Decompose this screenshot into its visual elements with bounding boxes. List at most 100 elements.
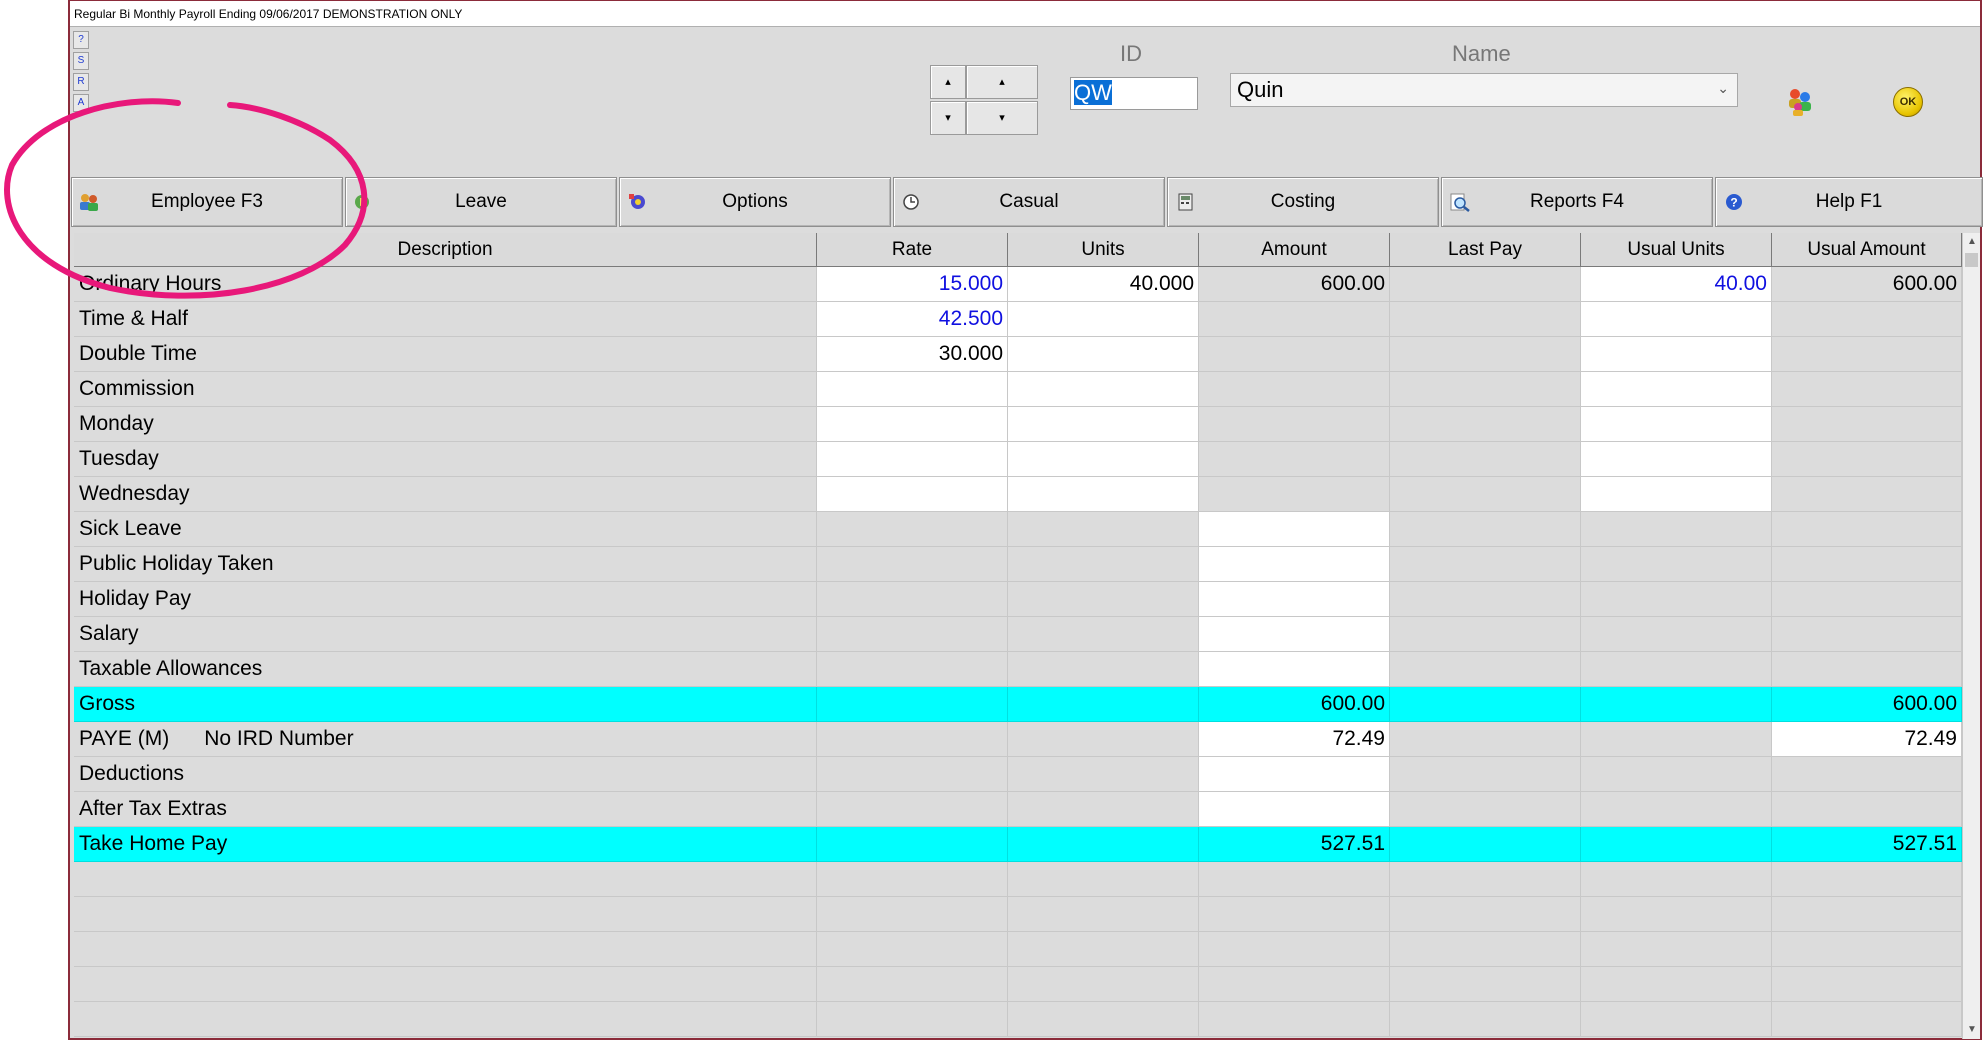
employee-button[interactable]: Employee F3 [71,177,343,227]
cell-units [1008,722,1199,757]
cell-amount: 600.00 [1199,687,1390,722]
cell-rate [817,827,1008,862]
cell-rate[interactable]: 15.000 [817,267,1008,302]
cell-rate[interactable] [817,407,1008,442]
cell-amount[interactable] [1199,792,1390,827]
casual-button[interactable]: Casual [893,177,1165,227]
table-row[interactable]: Commission [74,372,1962,407]
cell-units[interactable] [1008,372,1199,407]
cell-units[interactable] [1008,442,1199,477]
cell-amount[interactable] [1199,617,1390,652]
cell-usual-units[interactable] [1581,407,1772,442]
cell-rate [817,722,1008,757]
id-input[interactable]: QW [1070,77,1198,110]
col-header-units[interactable]: Units [1008,233,1199,267]
name-label: Name [1452,41,1511,66]
side-s-button[interactable]: S [73,52,89,70]
name-select[interactable]: Quin ⌄ [1230,73,1738,107]
cell-amount[interactable] [1199,652,1390,687]
options-button[interactable]: Options [619,177,891,227]
cell-rate [817,932,1008,967]
cell-rate[interactable] [817,372,1008,407]
col-header-description[interactable]: Description [74,233,817,267]
grid-scrollbar[interactable]: ▲ ▼ [1962,233,1980,1039]
help-button[interactable]: ? Help F1 [1715,177,1983,227]
table-row[interactable]: Holiday Pay [74,582,1962,617]
scroll-down-icon[interactable]: ▼ [1963,1021,1981,1039]
table-row[interactable]: Gross 600.00 600.00 [74,687,1962,722]
table-row[interactable]: Take Home Pay 527.51 527.51 [74,827,1962,862]
table-row[interactable]: After Tax Extras [74,792,1962,827]
table-row[interactable]: Salary [74,617,1962,652]
table-row[interactable]: Deductions [74,757,1962,792]
table-row[interactable]: Monday [74,407,1962,442]
cell-usual-amount [1772,932,1962,967]
cell-usual-units[interactable] [1581,337,1772,372]
col-header-amount[interactable]: Amount [1199,233,1390,267]
people-icon[interactable] [1784,85,1816,117]
table-row[interactable] [74,1002,1962,1037]
cell-usual-units[interactable] [1581,477,1772,512]
table-row[interactable] [74,932,1962,967]
col-header-last-pay[interactable]: Last Pay [1390,233,1581,267]
cell-units[interactable]: 40.000 [1008,267,1199,302]
cell-units[interactable] [1008,302,1199,337]
cell-usual-units[interactable]: 40.00 [1581,267,1772,302]
cell-usual-units[interactable] [1581,372,1772,407]
cell-units[interactable] [1008,337,1199,372]
col-header-rate[interactable]: Rate [817,233,1008,267]
table-row[interactable] [74,897,1962,932]
window-title: Regular Bi Monthly Payroll Ending 09/06/… [70,1,1980,27]
cell-amount[interactable] [1199,512,1390,547]
table-row[interactable]: Taxable Allowances [74,652,1962,687]
cell-amount[interactable]: 72.49 [1199,722,1390,757]
scroll-thumb[interactable] [1965,253,1978,267]
cell-rate[interactable]: 42.500 [817,302,1008,337]
cell-last-pay [1390,582,1581,617]
prev-button[interactable]: ▴ [966,65,1038,99]
cell-amount[interactable] [1199,757,1390,792]
cell-units[interactable] [1008,407,1199,442]
table-row[interactable]: Tuesday [74,442,1962,477]
table-row[interactable] [74,967,1962,1002]
options-label: Options [722,191,788,212]
reports-button[interactable]: Reports F4 [1441,177,1713,227]
cell-last-pay [1390,932,1581,967]
table-row[interactable]: Sick Leave [74,512,1962,547]
cell-rate [817,582,1008,617]
table-row[interactable]: Ordinary Hours 15.000 40.000 600.00 40.00 600… [74,267,1962,302]
ok-button[interactable]: OK [1893,87,1923,117]
table-row[interactable]: Public Holiday Taken [74,547,1962,582]
cell-units[interactable] [1008,477,1199,512]
cell-description: Sick Leave [74,512,817,547]
costing-button[interactable]: Costing [1167,177,1439,227]
table-row[interactable]: Double Time 30.000 [74,337,1962,372]
side-a-button[interactable]: A [73,94,89,112]
cell-units [1008,652,1199,687]
scroll-up-icon[interactable]: ▲ [1963,233,1981,251]
cell-rate[interactable] [817,477,1008,512]
next-small-button[interactable]: ▾ [930,101,966,135]
side-help-button[interactable]: ? [73,31,89,49]
leave-button[interactable]: Leave [345,177,617,227]
table-row[interactable] [74,862,1962,897]
cell-usual-units [1581,792,1772,827]
col-header-usual-units[interactable]: Usual Units [1581,233,1772,267]
table-row[interactable]: PAYE (M) No IRD Number 72.49 72.49 [74,722,1962,757]
table-row[interactable]: Wednesday [74,477,1962,512]
cell-rate[interactable] [817,442,1008,477]
cell-usual-amount[interactable]: 72.49 [1772,722,1962,757]
cell-usual-amount [1772,372,1962,407]
cell-amount[interactable] [1199,547,1390,582]
cell-amount[interactable] [1199,582,1390,617]
next-button[interactable]: ▾ [966,101,1038,135]
col-header-usual-amount[interactable]: Usual Amount [1772,233,1962,267]
table-row[interactable]: Time & Half 42.500 [74,302,1962,337]
prev-small-button[interactable]: ▴ [930,65,966,99]
cell-rate[interactable]: 30.000 [817,337,1008,372]
side-r-button[interactable]: R [73,73,89,91]
cell-units [1008,792,1199,827]
cell-usual-units[interactable] [1581,302,1772,337]
cell-usual-units [1581,582,1772,617]
cell-usual-units[interactable] [1581,442,1772,477]
